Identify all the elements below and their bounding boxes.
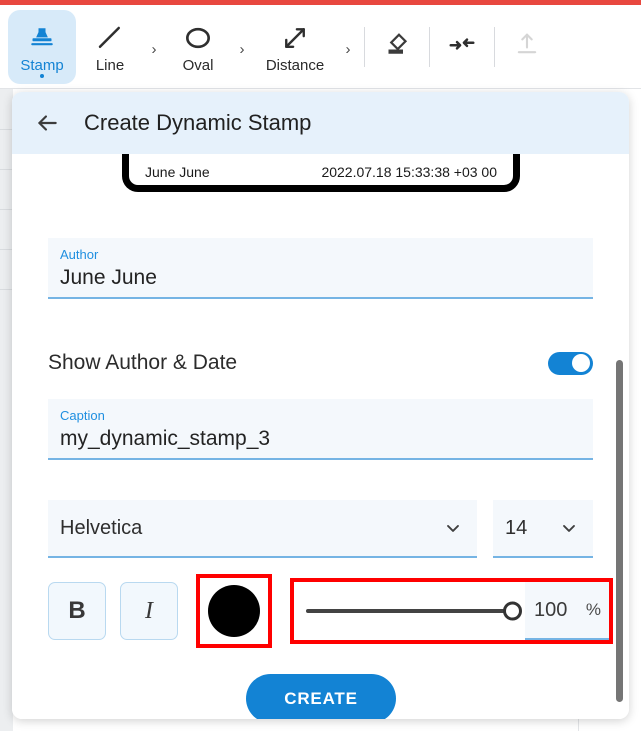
- back-arrow-icon[interactable]: [32, 108, 62, 138]
- font-controls-row: Helvetica 14: [48, 500, 593, 558]
- distance-icon: [280, 21, 310, 55]
- caption-field-label: Caption: [60, 408, 105, 423]
- dialog-scrollbar[interactable]: [616, 154, 624, 719]
- author-input[interactable]: Author June June: [48, 238, 593, 299]
- tool-oval-label: Oval: [182, 56, 214, 74]
- tool-distance[interactable]: Distance: [252, 10, 338, 84]
- show-author-date-toggle[interactable]: [548, 351, 593, 375]
- opacity-value: 100: [534, 598, 568, 621]
- eraser-button[interactable]: [371, 21, 423, 73]
- dialog-body: June June 2022.07.18 15:33:38 +03 00 Aut…: [12, 154, 629, 719]
- author-field-block: Author June June: [48, 238, 593, 299]
- author-field-label: Author: [60, 247, 99, 262]
- stamp-preview: June June 2022.07.18 15:33:38 +03 00: [122, 154, 520, 192]
- bold-label: B: [68, 597, 86, 624]
- font-size-value: 14: [505, 516, 528, 539]
- opacity-input[interactable]: 100 %: [525, 582, 609, 640]
- opacity-control-highlight: 100 %: [290, 578, 613, 644]
- dialog-title: Create Dynamic Stamp: [84, 110, 312, 135]
- opacity-unit-label: %: [585, 600, 601, 619]
- tool-stamp[interactable]: Stamp: [8, 9, 76, 84]
- tool-distance-chevron-icon[interactable]: ›: [338, 35, 358, 58]
- collapse-button[interactable]: [436, 21, 488, 73]
- dialog-scrollbar-thumb[interactable]: [616, 360, 623, 702]
- font-size-select[interactable]: 14: [493, 500, 593, 558]
- opacity-slider-track: [306, 601, 522, 621]
- app-root: Stamp Line › Oval › Distance › Create Dy…: [0, 0, 641, 731]
- tool-oval[interactable]: Oval: [164, 10, 232, 84]
- show-author-date-label: Show Author & Date: [48, 351, 238, 374]
- create-button-label: CREATE: [284, 688, 358, 708]
- tool-stamp-active-dot: [40, 73, 44, 78]
- create-button[interactable]: CREATE: [246, 674, 396, 719]
- tool-line[interactable]: Line: [76, 10, 144, 84]
- annotation-toolbar: Stamp Line › Oval › Distance ›: [0, 5, 641, 89]
- chevron-down-icon: [559, 518, 579, 538]
- opacity-slider-thumb[interactable]: [503, 601, 522, 621]
- caption-field-value: my_dynamic_stamp_3: [60, 426, 271, 450]
- tool-line-chevron-icon[interactable]: ›: [144, 35, 164, 58]
- text-color-swatch[interactable]: [208, 585, 260, 637]
- tool-distance-label: Distance: [265, 56, 325, 74]
- collapse-arrows-icon: [447, 29, 477, 64]
- text-format-row: B I 100 %: [48, 574, 613, 648]
- stamp-preview-date: 2022.07.18 15:33:38 +03 00: [321, 164, 497, 180]
- author-field-value: June June: [60, 265, 157, 289]
- italic-label: I: [145, 597, 153, 624]
- create-dynamic-stamp-dialog: Create Dynamic Stamp June June 2022.07.1…: [12, 92, 629, 719]
- stamp-icon: [27, 21, 57, 55]
- tool-oval-chevron-icon[interactable]: ›: [232, 35, 252, 58]
- bold-button[interactable]: B: [48, 582, 106, 640]
- upload-button[interactable]: [501, 21, 553, 73]
- opacity-slider[interactable]: [294, 582, 525, 640]
- eraser-icon: [382, 29, 412, 64]
- caption-input[interactable]: Caption my_dynamic_stamp_3: [48, 399, 593, 460]
- toolbar-divider-3: [494, 26, 495, 67]
- stamp-preview-author: June June: [145, 164, 210, 180]
- oval-icon: [182, 21, 214, 55]
- dialog-header: Create Dynamic Stamp: [12, 92, 629, 154]
- toolbar-divider-2: [429, 26, 430, 67]
- color-picker-highlight: [196, 574, 272, 648]
- italic-button[interactable]: I: [120, 582, 178, 640]
- tool-line-label: Line: [95, 56, 125, 74]
- caption-field-block: Caption my_dynamic_stamp_3: [48, 399, 593, 460]
- font-family-select[interactable]: Helvetica: [48, 500, 477, 558]
- font-family-value: Helvetica: [60, 516, 143, 539]
- upload-icon: [513, 30, 541, 63]
- toolbar-divider-1: [364, 26, 365, 67]
- show-author-date-row[interactable]: Show Author & Date: [48, 344, 593, 382]
- chevron-down-icon: [443, 518, 463, 538]
- tool-stamp-label: Stamp: [20, 56, 64, 74]
- toggle-knob: [572, 354, 590, 372]
- line-icon: [95, 21, 125, 55]
